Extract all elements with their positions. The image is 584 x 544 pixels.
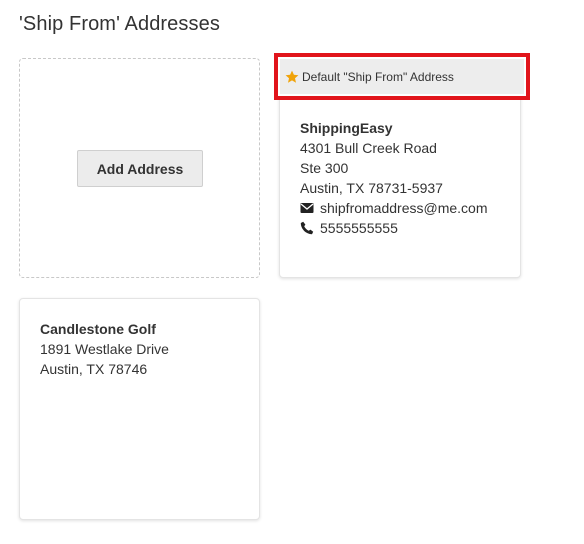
- address-card[interactable]: Candlestone Golf 1891 Westlake Drive Aus…: [19, 298, 260, 520]
- address-city-state-zip: Austin, TX 78746: [40, 361, 148, 377]
- address-details: Candlestone Golf 1891 Westlake Drive Aus…: [40, 319, 169, 379]
- address-phone: 5555555555: [320, 220, 398, 236]
- default-address-banner-highlight: Default "Ship From" Address: [274, 53, 530, 100]
- address-street: 1891 Westlake Drive: [40, 341, 169, 357]
- page-title: 'Ship From' Addresses: [19, 13, 220, 35]
- phone-icon: [300, 221, 314, 235]
- add-address-button[interactable]: Add Address: [77, 150, 203, 187]
- star-icon: [285, 70, 299, 83]
- address-phone-row: 5555555555: [300, 218, 488, 238]
- address-name: ShippingEasy: [300, 120, 393, 136]
- address-street: 4301 Bull Creek Road: [300, 140, 437, 156]
- envelope-icon: [300, 203, 314, 213]
- add-address-card: Add Address: [19, 58, 260, 278]
- default-address-details: ShippingEasy 4301 Bull Creek Road Ste 30…: [300, 118, 488, 238]
- address-name: Candlestone Golf: [40, 321, 156, 337]
- address-email: shipfromaddress@me.com: [320, 200, 488, 216]
- default-address-banner-label: Default "Ship From" Address: [302, 69, 454, 84]
- address-city-state-zip: Austin, TX 78731-5937: [300, 180, 443, 196]
- address-suite: Ste 300: [300, 160, 349, 176]
- default-address-banner: Default "Ship From" Address: [280, 59, 524, 94]
- address-email-row: shipfromaddress@me.com: [300, 198, 488, 218]
